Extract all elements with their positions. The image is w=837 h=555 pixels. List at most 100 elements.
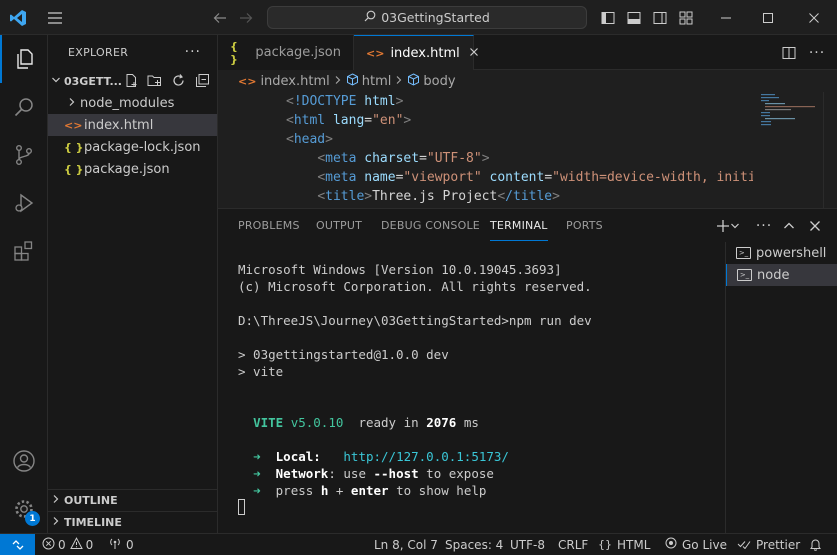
terminal-item-label: node xyxy=(757,267,790,283)
toggle-primary-sidebar-icon[interactable] xyxy=(598,0,618,35)
terminal-line: ➜ press h + enter to show help xyxy=(238,482,486,499)
back-arrow-icon[interactable] xyxy=(210,0,230,35)
warning-icon xyxy=(69,536,83,553)
code-token: lang xyxy=(332,113,365,128)
tab-terminal[interactable]: TERMINAL xyxy=(490,210,548,241)
new-folder-icon[interactable] xyxy=(147,73,162,92)
toggle-panel-icon[interactable] xyxy=(624,0,644,35)
encoding[interactable]: UTF-8 xyxy=(510,534,545,555)
html-file-icon: <> xyxy=(366,46,385,60)
terminal-item-powershell[interactable]: >_ powershell xyxy=(726,242,837,264)
element-icon xyxy=(407,72,420,90)
panel-tab-label: OUTPUT xyxy=(316,219,363,232)
command-center-label: 03GettingStarted xyxy=(381,10,490,25)
forward-arrow-icon[interactable] xyxy=(236,0,256,35)
code-line: 1 <!DOCTYPE html> xyxy=(286,94,404,109)
html-file-icon: <> xyxy=(64,118,83,132)
maximize-icon[interactable] xyxy=(745,0,791,35)
accounts-icon[interactable] xyxy=(0,437,48,485)
terminal-output[interactable]: Microsoft Windows [Version 10.0.19045.36… xyxy=(238,261,723,531)
tab-ports[interactable]: PORTS xyxy=(566,209,603,242)
code-token: Three.js Project xyxy=(372,189,498,204)
close-panel-icon[interactable] xyxy=(804,215,826,237)
panel-more-actions-icon[interactable]: ··· xyxy=(753,215,775,237)
outline-section[interactable]: OUTLINE xyxy=(48,489,217,511)
tree-item-index-html[interactable]: <> index.html xyxy=(48,114,217,136)
ms-unit: ms xyxy=(463,415,479,430)
breadcrumb: <> index.html html body xyxy=(218,70,837,92)
tree-item-package-json[interactable]: { } package.json xyxy=(48,158,217,180)
help-key: enter xyxy=(350,483,389,498)
language-label: HTML xyxy=(617,537,651,552)
tab-problems[interactable]: PROBLEMS xyxy=(238,209,300,242)
double-check-icon xyxy=(737,538,751,552)
tab-index-html[interactable]: <> index.html xyxy=(354,35,478,70)
warning-count: 0 xyxy=(85,537,94,552)
terminal-line: ➜ Local: http://127.0.0.1:5173/ xyxy=(238,448,509,465)
close-tab-icon[interactable] xyxy=(469,46,479,61)
breadcrumb-html[interactable]: html xyxy=(362,74,392,89)
breadcrumb-file[interactable]: index.html xyxy=(260,74,329,89)
tree-item-node-modules[interactable]: node_modules xyxy=(48,92,217,114)
cursor-position[interactable]: Ln 8, Col 7 xyxy=(374,534,438,555)
close-window-icon[interactable] xyxy=(791,0,837,35)
network-label: Network xyxy=(275,466,329,481)
explorer-icon[interactable] xyxy=(0,35,48,83)
indentation[interactable]: Spaces: 4 xyxy=(445,534,503,555)
bottom-panel: PROBLEMS OUTPUT DEBUG CONSOLE TERMINAL P… xyxy=(218,208,837,534)
tab-package-json[interactable]: { } package.json xyxy=(218,35,354,70)
minimap[interactable] xyxy=(753,92,823,208)
source-control-icon[interactable] xyxy=(0,131,48,179)
tree-item-package-lock[interactable]: { } package-lock.json xyxy=(48,136,217,158)
local-url-link[interactable]: http://127.0.0.1:5173/ xyxy=(343,449,509,464)
code-token: html xyxy=(364,94,396,109)
explorer-title: EXPLORER xyxy=(68,46,129,59)
editor-scrollbar[interactable] xyxy=(823,92,837,208)
minimize-icon[interactable] xyxy=(703,0,749,35)
more-actions-icon[interactable]: ··· xyxy=(185,44,201,60)
terminal-dropdown-chevron-icon[interactable] xyxy=(728,215,742,237)
breadcrumb-body[interactable]: body xyxy=(423,74,455,89)
prettier-status[interactable]: Prettier xyxy=(737,534,800,555)
arrow-icon: ➜ xyxy=(253,483,261,498)
split-editor-icon[interactable] xyxy=(778,35,800,70)
ports-status[interactable]: 0 xyxy=(108,534,134,555)
tab-label: package.json xyxy=(255,45,341,60)
activity-bar: 1 xyxy=(0,35,48,533)
workspace-folder[interactable]: 03GETT... xyxy=(48,70,217,92)
problems-status[interactable]: 0 0 xyxy=(42,534,93,555)
new-file-icon[interactable] xyxy=(124,73,139,92)
menu-icon[interactable] xyxy=(44,0,66,35)
end-of-line[interactable]: CRLF xyxy=(558,534,588,555)
timeline-section[interactable]: TIMELINE xyxy=(48,511,217,533)
panel-tab-label: PORTS xyxy=(566,219,603,232)
tree-item-label: node_modules xyxy=(80,95,175,111)
code-line: 5 <meta name="viewport" content="width=d… xyxy=(218,168,758,187)
terminal-line: VITE v5.0.10 ready in 2076 ms xyxy=(238,414,479,431)
editor-tabs: { } package.json <> index.html ··· xyxy=(218,35,837,70)
go-live-button[interactable]: Go Live xyxy=(665,534,727,555)
collapse-all-icon[interactable] xyxy=(195,73,210,92)
tab-output[interactable]: OUTPUT xyxy=(316,209,362,242)
terminal-item-node[interactable]: >_ node xyxy=(726,264,837,286)
help-text: + xyxy=(328,483,351,498)
code-editor[interactable]: 1 <!DOCTYPE html> 2 <html lang="en"> 3 <… xyxy=(218,92,837,208)
panel-tab-label: PROBLEMS xyxy=(238,219,300,232)
panel-tab-label: TERMINAL xyxy=(490,218,548,232)
search-view-icon[interactable] xyxy=(0,83,48,131)
language-mode[interactable]: {} HTML xyxy=(598,534,650,555)
customize-layout-icon[interactable] xyxy=(676,0,696,35)
command-center-search[interactable]: 03GettingStarted xyxy=(267,6,587,29)
toggle-secondary-sidebar-icon[interactable] xyxy=(650,0,670,35)
refresh-icon[interactable] xyxy=(171,73,186,92)
remote-indicator-icon[interactable] xyxy=(0,534,35,555)
chevron-right-icon xyxy=(395,75,403,88)
extensions-icon[interactable] xyxy=(0,227,48,275)
editor-more-actions-icon[interactable]: ··· xyxy=(806,35,828,70)
tab-debug-console[interactable]: DEBUG CONSOLE xyxy=(381,209,480,242)
maximize-panel-chevron-up-icon[interactable] xyxy=(778,215,800,237)
manage-gear-icon[interactable]: 1 xyxy=(0,485,48,533)
code-token: /title xyxy=(505,189,553,204)
notifications-bell-icon[interactable] xyxy=(809,534,822,555)
run-debug-icon[interactable] xyxy=(0,179,48,227)
